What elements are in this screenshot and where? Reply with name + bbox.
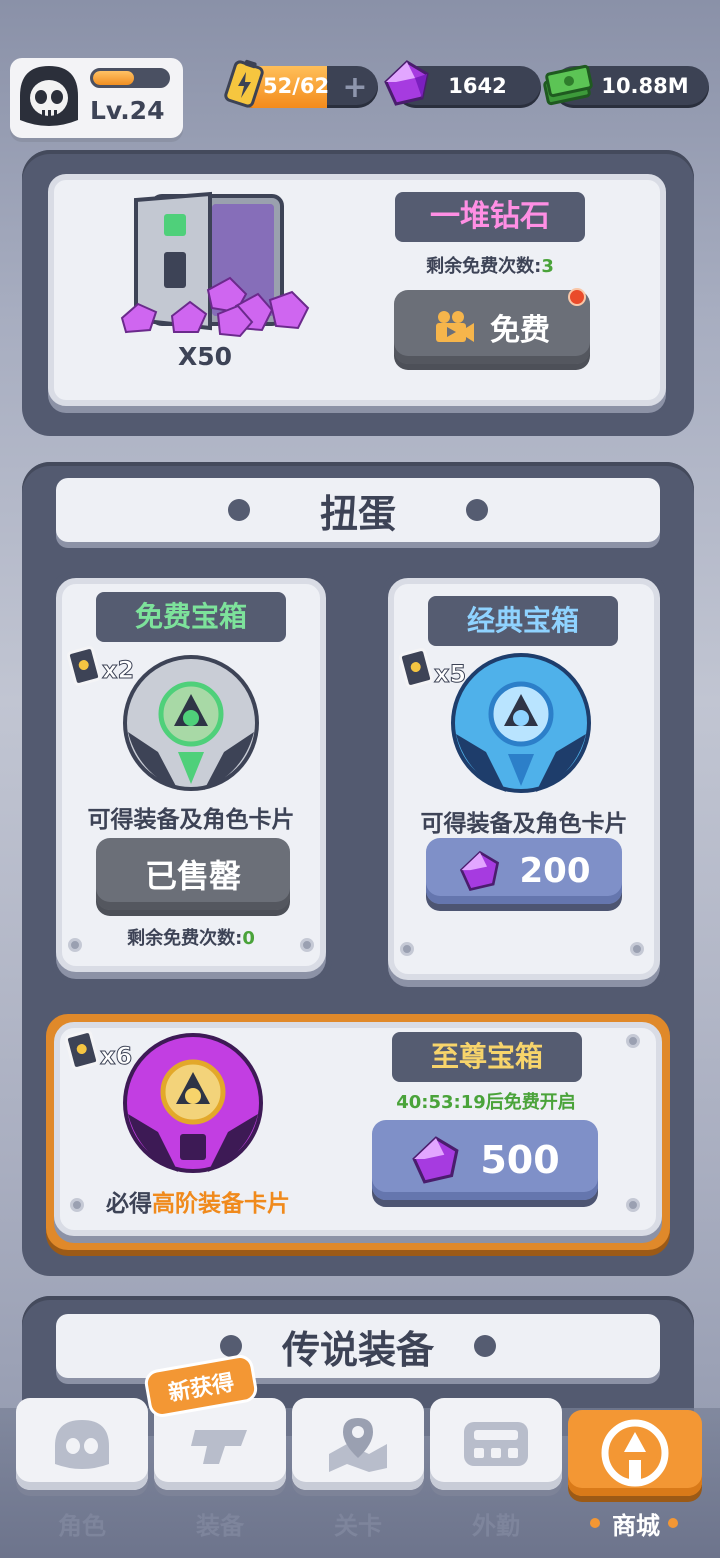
supreme-chest-timer: 40:53:19后免费开启	[396, 1092, 576, 1113]
classic-chest-description: 可得装备及角色卡片	[420, 811, 628, 837]
add-energy-button[interactable]: +	[335, 68, 375, 106]
free-diamond-button[interactable]: 免费	[394, 290, 590, 364]
nav-tab-character[interactable]	[16, 1398, 148, 1490]
screw	[300, 938, 314, 952]
screw	[630, 942, 644, 956]
video-ad-icon	[436, 311, 474, 342]
nav-label-stage: 关卡	[334, 1512, 382, 1540]
nav-label-field: 外勤	[472, 1512, 520, 1540]
nav-label-shop: 商城	[612, 1512, 660, 1540]
player-level: Lv.24	[90, 96, 165, 125]
free-chest-remaining-label: 剩余免费次数:	[127, 928, 243, 949]
screw	[626, 1198, 640, 1212]
header-dot-left	[219, 1335, 242, 1357]
header-dot-left	[227, 499, 250, 521]
classic-chest-orb-icon	[451, 653, 591, 793]
active-indicator-dot	[668, 1518, 678, 1528]
nav-label-equipment: 装备	[196, 1512, 244, 1540]
sold-out-button[interactable]: 已售罄	[96, 838, 290, 910]
nav-tab-stage[interactable]	[292, 1398, 424, 1490]
free-diamond-label: 免费	[490, 313, 550, 348]
nav-tab-shop[interactable]	[568, 1410, 702, 1496]
free-chest-title: 免费宝箱	[96, 592, 286, 642]
diamond-quantity: X50	[177, 342, 233, 371]
gem-icon	[459, 850, 499, 892]
screw	[68, 938, 82, 952]
skull-icon	[55, 1420, 109, 1469]
supreme-chest-title: 至尊宝箱	[392, 1032, 582, 1082]
nav-tab-field[interactable]	[430, 1398, 562, 1490]
supreme-desc-highlight: 高阶装备卡片	[152, 1191, 290, 1217]
supreme-chest-orb-icon	[123, 1033, 263, 1173]
supreme-chest-description: 必得高阶装备卡片	[70, 1184, 326, 1218]
notification-dot	[568, 288, 586, 306]
gacha-header: 扭蛋	[56, 478, 660, 542]
screw	[626, 1034, 640, 1048]
supreme-chest-price: 500	[480, 1138, 560, 1182]
gacha-title: 扭蛋	[319, 491, 396, 536]
vault-gems-icon	[120, 191, 310, 338]
gem-icon	[412, 1136, 459, 1184]
map-pin-icon	[329, 1418, 387, 1472]
remaining-count: 3	[541, 256, 554, 277]
energy-value: 52/62	[263, 74, 330, 98]
skull-avatar-icon[interactable]	[14, 60, 84, 130]
equipment-icon	[191, 1430, 247, 1464]
battery-icon	[224, 59, 264, 108]
cash-value: 10.88M	[601, 74, 689, 98]
screw	[70, 1198, 84, 1212]
diamond-remaining: 剩余免费次数:3	[395, 252, 585, 278]
free-chest-remaining-count: 0	[242, 928, 255, 949]
legend-header: 传说装备	[56, 1314, 660, 1378]
classic-chest-title: 经典宝箱	[428, 596, 618, 646]
classic-chest-buy-button[interactable]: 200	[426, 838, 622, 904]
shop-orb-icon	[601, 1419, 669, 1487]
header-dot-right	[474, 1335, 496, 1357]
gamepad-icon	[464, 1422, 528, 1466]
free-chest-description: 可得装备及角色卡片	[87, 807, 295, 833]
diamond-offer-title: 一堆钻石	[395, 192, 585, 242]
gem-value: 1642	[448, 74, 507, 98]
header-dot-right	[466, 499, 488, 521]
free-chest-remaining: 剩余免费次数:0	[60, 924, 322, 950]
supreme-desc-prefix: 必得	[106, 1191, 152, 1217]
xp-bar	[90, 68, 170, 88]
supreme-chest-buy-button[interactable]: 500	[372, 1120, 598, 1200]
screw	[400, 942, 414, 956]
legend-title: 传说装备	[281, 1327, 434, 1372]
remaining-label: 剩余免费次数:	[426, 256, 542, 277]
xp-bar-fill	[93, 71, 134, 85]
free-chest-orb-icon	[123, 655, 259, 791]
classic-chest-price: 200	[519, 851, 591, 891]
nav-label-character: 角色	[58, 1512, 106, 1540]
